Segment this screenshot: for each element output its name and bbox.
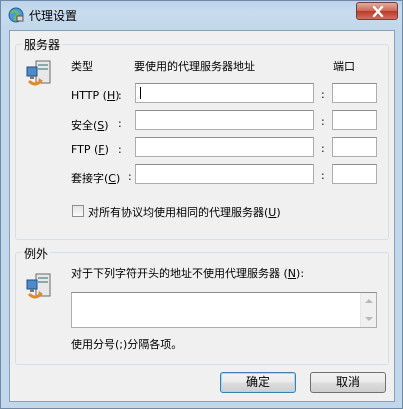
dialog-client-area: 服务器 类型 要使用的代理服务器地址 端口 HTTP (H) : : 安全(S)… <box>9 30 395 402</box>
ftp-label: FTP (F) <box>71 143 109 156</box>
same-proxy-checkbox[interactable] <box>72 205 84 217</box>
secure-port-colon: : <box>321 115 325 128</box>
ftp-port-colon: : <box>321 142 325 155</box>
close-button[interactable] <box>356 2 398 20</box>
scroll-down-arrow-icon[interactable] <box>365 317 373 321</box>
ftp-label-colon: : <box>118 143 122 156</box>
secure-label-colon: : <box>118 117 122 130</box>
scroll-up-arrow-icon[interactable] <box>365 299 373 303</box>
close-icon <box>372 6 384 17</box>
column-address-header: 要使用的代理服务器地址 <box>134 60 255 73</box>
http-label-colon: : <box>118 89 122 102</box>
text-caret <box>140 87 141 99</box>
http-address-input[interactable] <box>135 83 314 103</box>
http-port-colon: : <box>321 88 325 101</box>
socks-label-colon: : <box>128 170 132 183</box>
exceptions-textarea[interactable] <box>71 292 377 328</box>
secure-port-input[interactable] <box>332 110 377 130</box>
secure-address-input[interactable] <box>135 110 314 130</box>
computer-proxy-icon <box>25 59 57 91</box>
globe-network-icon <box>8 7 24 23</box>
ftp-port-input[interactable] <box>332 137 377 157</box>
socks-label: 套接字(C) <box>71 172 121 185</box>
exceptions-group-label: 例外 <box>22 245 51 262</box>
proxy-exceptions-icon <box>25 272 57 304</box>
socks-address-input[interactable] <box>135 164 314 184</box>
exceptions-instruction: 对于下列字符开头的地址不使用代理服务器 (N): <box>71 267 305 280</box>
http-label: HTTP (H) <box>71 89 120 102</box>
same-proxy-label[interactable]: 对所有协议均使用相同的代理服务器(U) <box>88 204 281 220</box>
column-type-header: 类型 <box>71 60 93 73</box>
ok-button[interactable]: 确定 <box>220 372 296 393</box>
window-title: 代理设置 <box>29 9 78 23</box>
socks-port-input[interactable] <box>332 164 377 184</box>
socks-port-colon: : <box>321 169 325 182</box>
proxy-settings-dialog: 代理设置 服务器 类型 要使用的代理服务器地址 端口 HTTP (H):: … <box>0 0 403 409</box>
secure-label: 安全(S) <box>71 119 109 132</box>
cancel-button[interactable]: 取消 <box>310 372 386 393</box>
http-port-input[interactable] <box>332 83 377 103</box>
title-bar: 代理设置 <box>1 1 403 29</box>
exceptions-scrollbar[interactable] <box>360 293 376 327</box>
ftp-address-input[interactable] <box>135 137 314 157</box>
exceptions-hint: 使用分号(;)分隔各项。 <box>71 338 183 351</box>
column-port-header: 端口 <box>333 60 355 73</box>
servers-group-label: 服务器 <box>22 36 63 53</box>
